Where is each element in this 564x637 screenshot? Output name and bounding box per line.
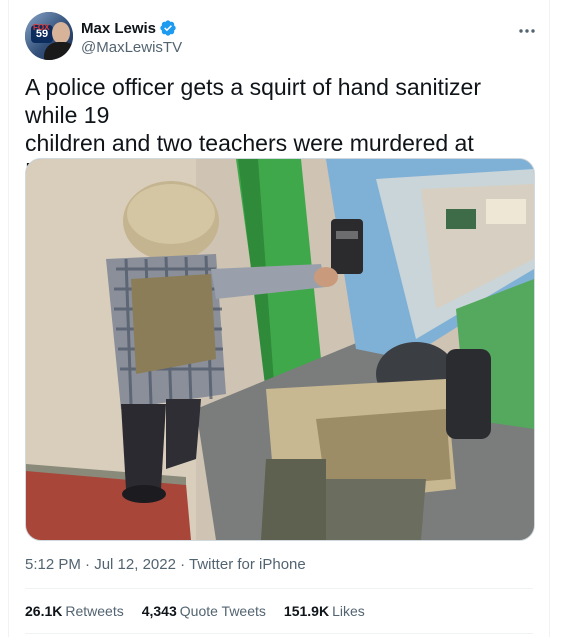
verified-badge-icon — [160, 20, 176, 36]
retweets-stat[interactable]: 26.1K Retweets — [25, 603, 124, 619]
tweet-date[interactable]: Jul 12, 2022 — [94, 556, 176, 573]
divider — [25, 588, 533, 589]
author-name-row[interactable]: Max Lewis — [81, 18, 177, 38]
tweet-time[interactable]: 5:12 PM — [25, 556, 81, 573]
tweet-media-image[interactable] — [25, 158, 535, 541]
handle[interactable]: @MaxLewisTV — [81, 39, 182, 56]
likes-stat[interactable]: 151.9K Likes — [284, 603, 365, 619]
meta-separator: · — [80, 556, 95, 573]
meta-separator: · — [175, 556, 190, 573]
tweet-stats: 26.1K Retweets 4,343 Quote Tweets 151.9K Li… — [25, 603, 365, 619]
fox-59-logo: FOX 59 — [31, 23, 53, 43]
tweet-card: FOX 59 Max Lewis @MaxLewisTV A police off… — [8, 0, 550, 637]
tweet-source[interactable]: Twitter for iPhone — [189, 556, 306, 573]
display-name[interactable]: Max Lewis — [81, 20, 156, 37]
quote-tweets-stat[interactable]: 4,343 Quote Tweets — [142, 603, 266, 619]
more-options-icon[interactable] — [514, 20, 540, 42]
tweet-timestamp-row: 5:12 PM · Jul 12, 2022 · Twitter for iPh… — [25, 556, 306, 573]
avatar[interactable]: FOX 59 — [25, 12, 73, 60]
divider — [25, 633, 533, 634]
